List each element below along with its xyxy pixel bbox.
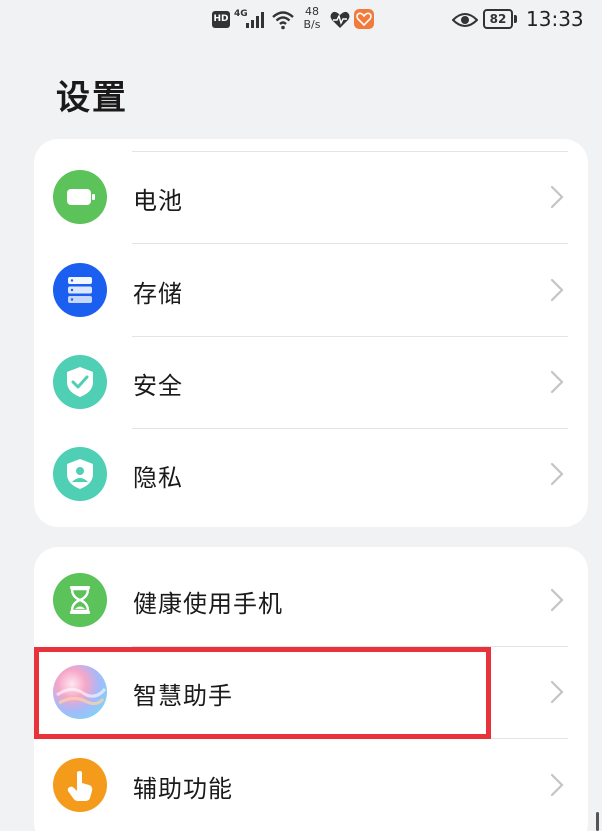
chevron-right-icon	[550, 370, 564, 394]
scrollbar[interactable]	[596, 812, 599, 831]
signal-icon	[246, 12, 264, 28]
privacy-shield-icon	[53, 447, 107, 501]
settings-item-accessibility[interactable]: 辅助功能	[34, 739, 588, 831]
settings-item-label: 电池	[133, 187, 183, 215]
battery-indicator: 82	[483, 9, 517, 29]
settings-item-digital-balance[interactable]: 健康使用手机	[34, 554, 588, 646]
settings-item-storage[interactable]: 存储	[34, 244, 588, 336]
settings-item-label: 安全	[133, 372, 183, 400]
chevron-right-icon	[550, 278, 564, 302]
settings-item-security[interactable]: 安全	[34, 336, 588, 428]
storage-icon	[53, 263, 107, 317]
settings-item-label: 辅助功能	[133, 775, 233, 803]
battery-level: 82	[483, 9, 513, 29]
network-speed: 48 B/s	[300, 5, 324, 31]
status-bar: HD 4G 48 B/s 82 13:33	[0, 0, 602, 40]
settings-screen: HD 4G 48 B/s 82 13:33 设置 电池 存储 安全 隐私 健康使…	[0, 0, 602, 831]
chevron-right-icon	[550, 680, 564, 704]
heart-rate-icon	[330, 11, 350, 28]
clock: 13:33	[526, 7, 584, 31]
eye-comfort-icon	[452, 13, 478, 27]
hand-touch-icon	[53, 758, 107, 812]
settings-item-label: 存储	[133, 280, 183, 308]
chevron-right-icon	[550, 773, 564, 797]
network-speed-value: 48	[305, 5, 319, 18]
health-app-icon	[354, 9, 374, 29]
wifi-icon	[272, 11, 294, 30]
hourglass-icon	[53, 573, 107, 627]
chevron-right-icon	[550, 588, 564, 612]
chevron-right-icon	[550, 462, 564, 486]
hd-badge: HD	[212, 11, 230, 28]
shield-check-icon	[53, 355, 107, 409]
settings-item-label: 隐私	[133, 464, 183, 492]
highlight-box	[34, 647, 491, 739]
page-title: 设置	[56, 78, 128, 118]
network-speed-unit: B/s	[303, 18, 321, 31]
chevron-right-icon	[550, 185, 564, 209]
battery-icon	[53, 170, 107, 224]
settings-item-label: 健康使用手机	[133, 590, 283, 618]
settings-item-battery[interactable]: 电池	[34, 151, 588, 243]
settings-item-privacy[interactable]: 隐私	[34, 428, 588, 520]
settings-group-1: 电池 存储 安全 隐私	[34, 139, 588, 527]
